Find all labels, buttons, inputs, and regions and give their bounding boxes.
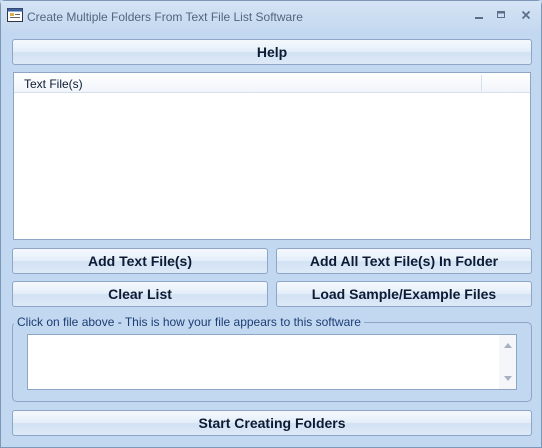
scroll-up-arrow-icon[interactable] xyxy=(504,343,512,348)
preview-scrollbar[interactable] xyxy=(499,335,516,389)
preview-textbox[interactable] xyxy=(27,334,517,390)
add-text-files-button[interactable]: Add Text File(s) xyxy=(12,248,268,274)
close-button[interactable] xyxy=(516,7,536,23)
preview-group-label: Click on file above - This is how your f… xyxy=(14,315,364,329)
window-title: Create Multiple Folders From Text File L… xyxy=(27,10,303,24)
start-creating-folders-button[interactable]: Start Creating Folders xyxy=(12,410,532,436)
clear-list-button[interactable]: Clear List xyxy=(12,281,268,307)
load-sample-button[interactable]: Load Sample/Example Files xyxy=(276,281,532,307)
maximize-icon xyxy=(497,11,505,18)
minimize-button[interactable] xyxy=(469,7,489,23)
add-all-in-folder-button[interactable]: Add All Text File(s) In Folder xyxy=(276,248,532,274)
column-header-text-files[interactable]: Text File(s) xyxy=(24,77,83,91)
client-area: Help Text File(s) Add Text File(s) Add A… xyxy=(5,32,537,445)
scroll-down-arrow-icon[interactable] xyxy=(504,376,512,381)
help-button[interactable]: Help xyxy=(12,39,532,65)
close-icon xyxy=(521,10,531,20)
list-header: Text File(s) xyxy=(14,73,530,93)
app-icon xyxy=(7,8,23,22)
minimize-icon xyxy=(475,17,483,19)
maximize-button[interactable] xyxy=(491,7,511,23)
app-window: Create Multiple Folders From Text File L… xyxy=(0,0,542,448)
title-bar[interactable]: Create Multiple Folders From Text File L… xyxy=(1,1,541,31)
text-file-list[interactable]: Text File(s) xyxy=(13,72,531,240)
column-separator xyxy=(481,75,482,91)
